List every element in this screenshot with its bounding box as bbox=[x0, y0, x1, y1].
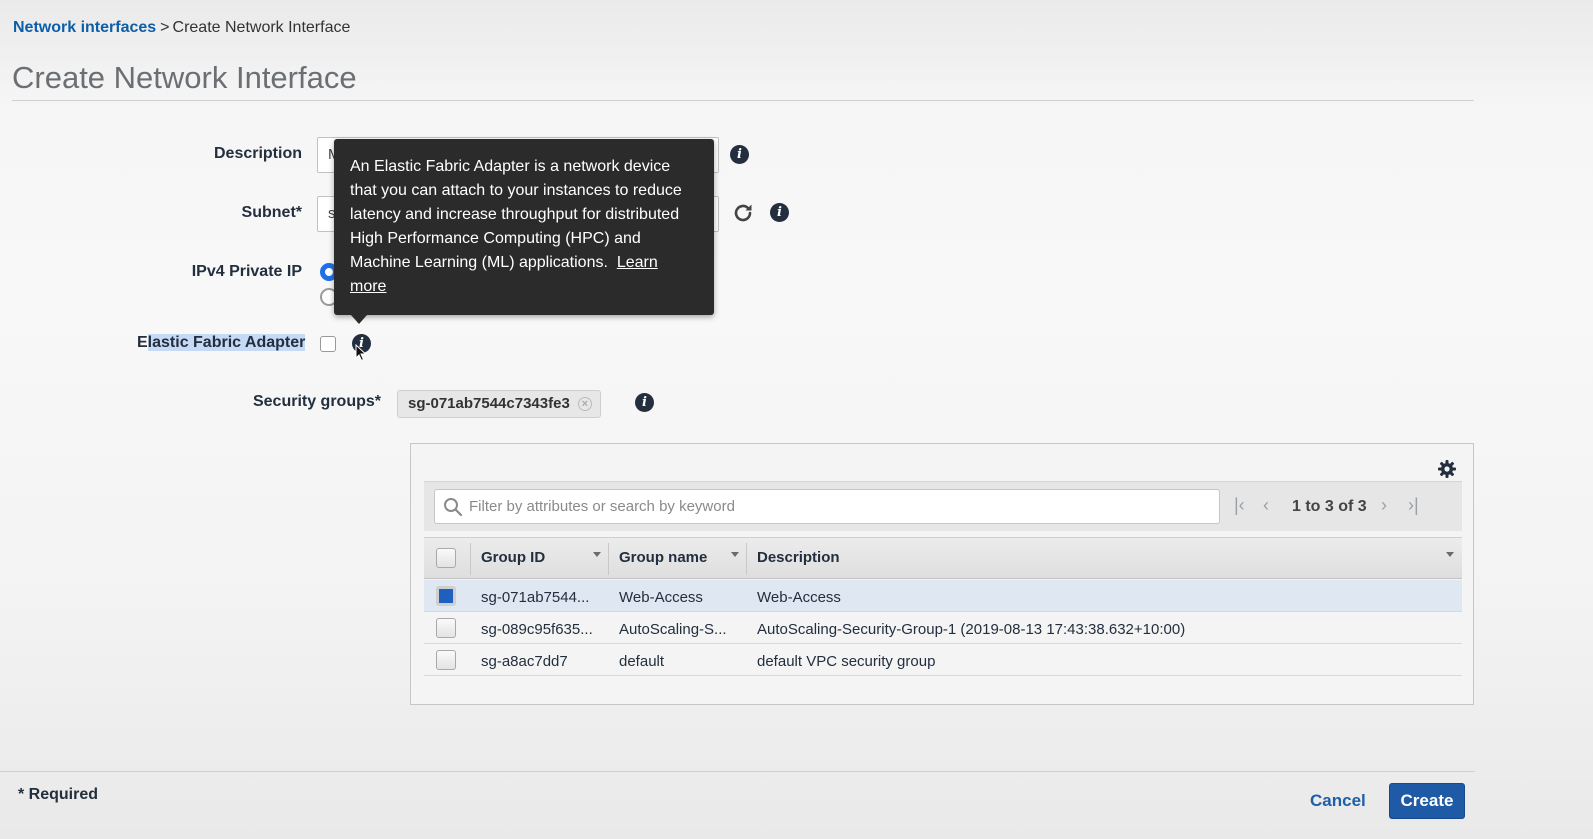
remove-token-icon[interactable]: × bbox=[577, 397, 592, 411]
row-checkbox[interactable] bbox=[436, 618, 456, 638]
table-header bbox=[424, 537, 1462, 579]
cell-group-id: sg-089c95f635... bbox=[481, 621, 593, 638]
security-group-token: sg-071ab7544c7343fe3 × bbox=[397, 390, 601, 418]
subnet-info-icon[interactable]: i bbox=[770, 203, 789, 222]
row-checkbox[interactable] bbox=[436, 586, 456, 606]
tooltip-line: that you can attach to your instances to… bbox=[350, 182, 682, 199]
description-info-icon[interactable]: i bbox=[730, 145, 749, 164]
efa-label-first-char: E bbox=[137, 334, 148, 351]
cell-description: AutoScaling-Security-Group-1 (2019-08-13… bbox=[757, 621, 1186, 638]
column-header-description[interactable]: Description bbox=[757, 549, 840, 566]
tooltip-line-text: Machine Learning (ML) applications. bbox=[350, 254, 608, 271]
filter-search-input[interactable]: Filter by attributes or search by keywor… bbox=[434, 489, 1220, 524]
security-groups-info-icon[interactable]: i bbox=[635, 393, 654, 412]
breadcrumb-separator: > bbox=[160, 19, 170, 36]
tooltip-line: Machine Learning (ML) applications. Lear… bbox=[350, 251, 698, 275]
tooltip-line: An Elastic Fabric Adapter is a network d… bbox=[350, 158, 671, 175]
mouse-cursor-icon bbox=[355, 344, 367, 362]
breadcrumb: Network interfaces > Create Network Interf… bbox=[13, 19, 350, 37]
efa-label-highlighted: lastic Fabric Adapter bbox=[147, 334, 306, 351]
security-groups-label: Security groups* bbox=[252, 393, 381, 410]
last-page-icon[interactable]: ›| bbox=[1408, 495, 1419, 516]
create-button[interactable]: Create bbox=[1389, 783, 1465, 819]
learn-more-link[interactable]: Learn bbox=[617, 254, 658, 271]
efa-tooltip: An Elastic Fabric Adapter is a network d… bbox=[334, 139, 714, 315]
tooltip-arrow bbox=[351, 315, 367, 324]
column-separator bbox=[746, 543, 747, 575]
tooltip-line: latency and increase throughput for dist… bbox=[350, 206, 680, 223]
learn-more-link-cont[interactable]: more bbox=[350, 278, 386, 295]
ipv4-private-ip-label: IPv4 Private IP bbox=[191, 263, 302, 280]
refresh-icon[interactable] bbox=[731, 201, 755, 225]
required-note: * Required bbox=[18, 786, 99, 803]
prev-page-icon[interactable]: ‹ bbox=[1263, 495, 1269, 516]
elastic-fabric-adapter-label: Elastic Fabric Adapter bbox=[137, 334, 306, 352]
select-all-checkbox[interactable] bbox=[436, 548, 456, 568]
column-separator bbox=[470, 543, 471, 575]
search-icon bbox=[444, 498, 463, 517]
sort-caret-icon[interactable] bbox=[593, 552, 601, 557]
cell-description: Web-Access bbox=[757, 589, 841, 606]
footer-divider bbox=[0, 771, 1475, 772]
elastic-fabric-adapter-checkbox[interactable] bbox=[320, 336, 336, 352]
cell-group-name: AutoScaling-S... bbox=[619, 621, 727, 638]
tooltip-line: High Performance Computing (HPC) and bbox=[350, 230, 641, 247]
first-page-icon[interactable]: |‹ bbox=[1234, 495, 1245, 516]
security-group-token-label: sg-071ab7544c7343fe3 bbox=[408, 395, 570, 412]
next-page-icon[interactable]: › bbox=[1381, 495, 1387, 516]
page-title: Create Network Interface bbox=[12, 60, 357, 95]
breadcrumb-network-interfaces-link[interactable]: Network interfaces bbox=[13, 19, 156, 36]
sort-caret-icon[interactable] bbox=[1446, 552, 1454, 557]
description-label: Description bbox=[213, 145, 302, 162]
cell-group-id: sg-a8ac7dd7 bbox=[481, 653, 568, 670]
sort-caret-icon[interactable] bbox=[731, 552, 739, 557]
cell-description: default VPC security group bbox=[757, 653, 936, 670]
row-checkbox[interactable] bbox=[436, 650, 456, 670]
column-header-group-id[interactable]: Group ID bbox=[481, 549, 545, 566]
column-separator bbox=[608, 543, 609, 575]
column-header-group-name[interactable]: Group name bbox=[619, 549, 707, 566]
pagination-text: 1 to 3 of 3 bbox=[1292, 498, 1367, 515]
cell-group-id: sg-071ab7544... bbox=[481, 589, 590, 606]
cell-group-name: default bbox=[619, 653, 665, 670]
subnet-label: Subnet* bbox=[241, 204, 302, 221]
title-divider bbox=[12, 100, 1474, 101]
breadcrumb-current: Create Network Interface bbox=[172, 19, 351, 36]
gear-icon[interactable] bbox=[1437, 459, 1457, 479]
tooltip-line: more bbox=[350, 275, 698, 299]
cell-group-name: Web-Access bbox=[619, 589, 703, 606]
cancel-button[interactable]: Cancel bbox=[1310, 791, 1366, 811]
